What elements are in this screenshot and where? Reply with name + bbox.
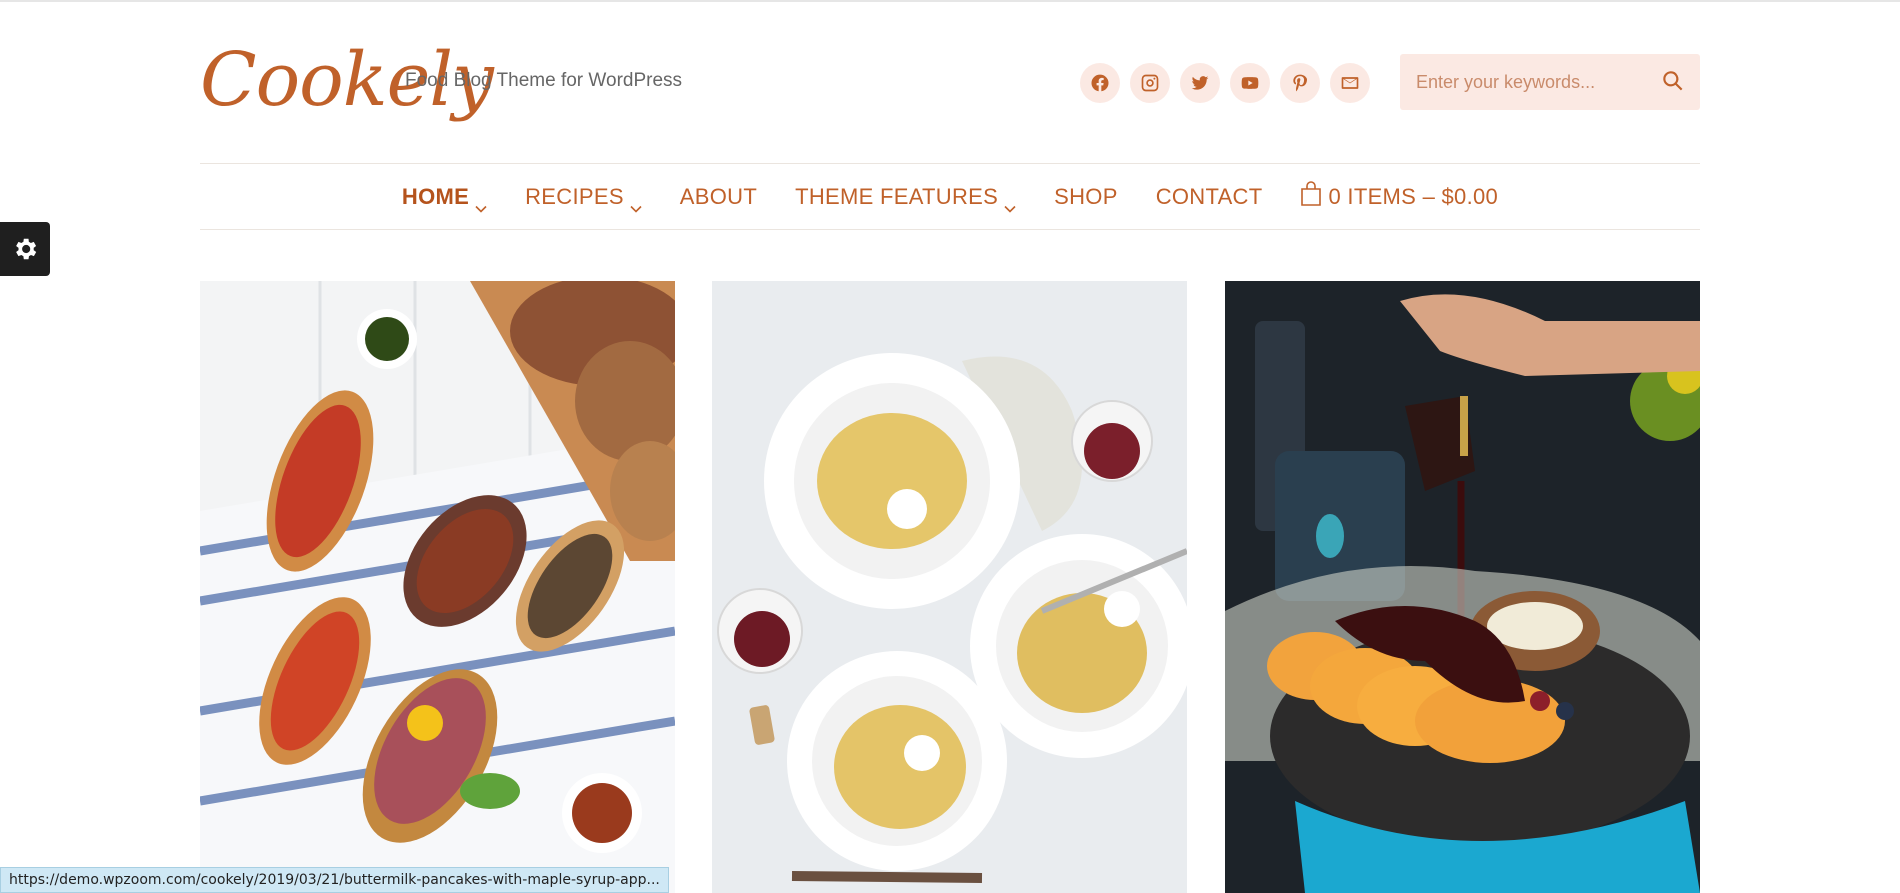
pinterest-icon[interactable] — [1280, 63, 1320, 103]
post-image-pancakes[interactable] — [1225, 281, 1700, 893]
nav-item-theme-features[interactable]: THEME FEATURES — [795, 183, 1016, 213]
chevron-down-icon — [630, 193, 642, 213]
post-image-spaghetti[interactable] — [712, 281, 1187, 893]
search-input[interactable] — [1400, 71, 1650, 93]
nav-item-label: ABOUT — [679, 183, 758, 209]
site-tagline: Food Blog Theme for WordPress — [405, 70, 683, 91]
social-links — [1080, 63, 1370, 103]
search-icon[interactable] — [1660, 68, 1688, 96]
browser-status-bar: https://demo.wpzoom.com/cookely/2019/03/… — [0, 867, 669, 893]
main-navigation: HOME RECIPES ABOUT THEME FEATURES SHOP C… — [200, 163, 1700, 230]
nav-item-home[interactable]: HOME — [401, 183, 487, 213]
nav-item-label: SHOP — [1054, 183, 1118, 209]
site-header: Cookely Food Blog Theme for WordPress — [200, 30, 1700, 130]
nav-item-about[interactable]: ABOUT — [680, 184, 757, 210]
instagram-icon[interactable] — [1130, 63, 1170, 103]
nav-item-contact[interactable]: CONTACT — [1156, 184, 1263, 210]
nav-item-cart[interactable]: 0 ITEMS – $0.00 — [1300, 180, 1499, 213]
nav-item-label: THEME FEATURES — [795, 183, 999, 209]
post-image-bruschetta[interactable] — [200, 281, 675, 893]
top-border — [0, 0, 1900, 2]
nav-item-label: CONTACT — [1155, 183, 1263, 209]
cart-label: 0 ITEMS – $0.00 — [1328, 183, 1499, 209]
facebook-icon[interactable] — [1080, 63, 1120, 103]
nav-item-shop[interactable]: SHOP — [1054, 184, 1118, 210]
chevron-down-icon — [1004, 193, 1016, 213]
gear-icon — [16, 238, 37, 260]
youtube-icon[interactable] — [1230, 63, 1270, 103]
nav-item-label: HOME — [401, 183, 470, 209]
chevron-down-icon — [475, 193, 487, 213]
settings-panel-toggle[interactable] — [0, 222, 50, 276]
search-box — [1400, 54, 1700, 110]
shopping-bag-icon — [1300, 180, 1322, 213]
nav-item-recipes[interactable]: RECIPES — [525, 183, 642, 213]
nav-item-label: RECIPES — [525, 183, 624, 209]
twitter-icon[interactable] — [1180, 63, 1220, 103]
email-icon[interactable] — [1330, 63, 1370, 103]
